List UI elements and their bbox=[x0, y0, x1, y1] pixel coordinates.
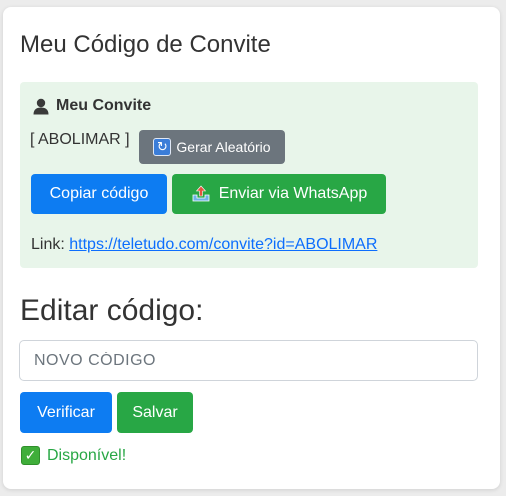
invite-link[interactable]: https://teletudo.com/convite?id=ABOLIMAR bbox=[69, 236, 377, 253]
invite-header-label: Meu Convite bbox=[56, 97, 152, 114]
person-silhouette-icon bbox=[32, 97, 50, 115]
link-prefix: Link: bbox=[31, 236, 65, 253]
send-whatsapp-button[interactable]: Enviar via WhatsApp bbox=[172, 174, 386, 214]
check-mark-icon: ✓ bbox=[21, 446, 40, 465]
invite-header: Meu Convite bbox=[32, 97, 151, 115]
availability-status-text: Disponível! bbox=[47, 446, 127, 464]
new-code-input[interactable] bbox=[19, 340, 478, 381]
verify-button[interactable]: Verificar bbox=[20, 392, 112, 433]
send-whatsapp-label: Enviar via WhatsApp bbox=[218, 185, 368, 202]
edit-code-heading: Editar código: bbox=[20, 294, 204, 327]
availability-status: ✓ Disponível! bbox=[21, 446, 126, 465]
copy-code-button[interactable]: Copiar código bbox=[31, 174, 167, 214]
generate-random-button[interactable]: ↻ Gerar Aleatório bbox=[139, 130, 285, 164]
refresh-icon: ↻ bbox=[153, 138, 172, 156]
invite-code-display: [ ABOLIMAR ] bbox=[30, 131, 130, 148]
upload-icon bbox=[191, 185, 211, 203]
page-title: Meu Código de Convite bbox=[20, 31, 271, 58]
generate-random-label: Gerar Aleatório bbox=[176, 139, 271, 155]
invite-link-line: Link: https://teletudo.com/convite?id=AB… bbox=[31, 236, 377, 254]
save-button[interactable]: Salvar bbox=[117, 392, 193, 433]
